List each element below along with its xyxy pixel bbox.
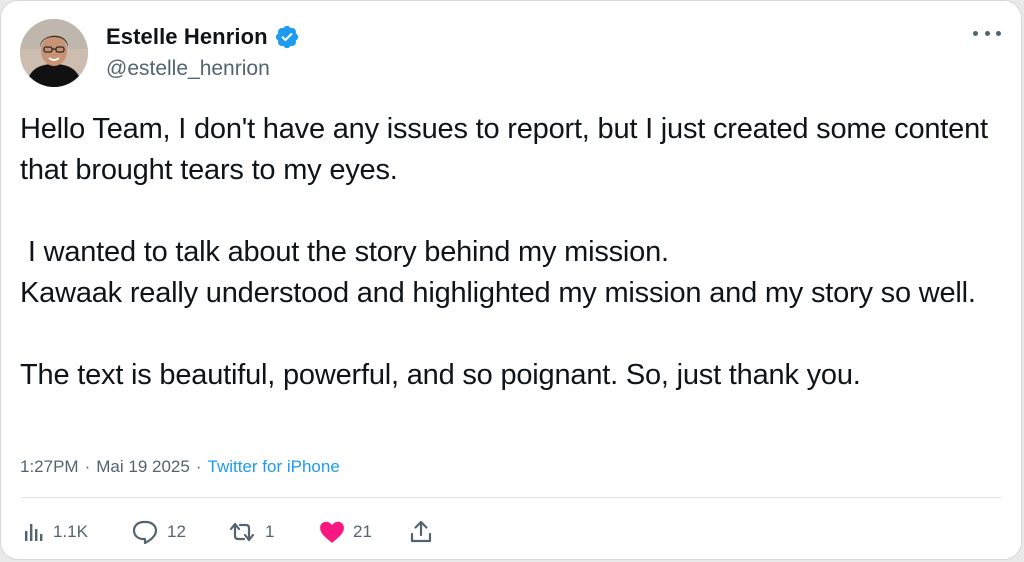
verified-badge-icon bbox=[274, 24, 300, 50]
divider bbox=[20, 497, 1002, 498]
meta-separator: · bbox=[195, 457, 202, 476]
like-count: 21 bbox=[353, 522, 372, 541]
author-handle[interactable]: @estelle_henrion bbox=[106, 57, 270, 81]
avatar-photo bbox=[20, 19, 88, 87]
views-count: 1.1K bbox=[53, 522, 88, 541]
tweet-date[interactable]: Mai 19 2025 bbox=[96, 457, 190, 477]
reply-button[interactable]: 12 bbox=[131, 519, 227, 545]
bar-chart-icon bbox=[23, 521, 45, 543]
heart-icon bbox=[319, 520, 345, 544]
tweet-source-link[interactable]: Twitter for iPhone bbox=[208, 457, 340, 477]
share-button[interactable] bbox=[409, 519, 433, 545]
speech-bubble-icon bbox=[131, 519, 159, 545]
author-display-name[interactable]: Estelle Henrion bbox=[106, 24, 268, 50]
tweet-meta: 1:27PM · Mai 19 2025 · Twitter for iPhon… bbox=[20, 457, 340, 477]
action-bar: 1.1K 12 1 21 bbox=[23, 516, 433, 548]
tweet-time[interactable]: 1:27PM bbox=[20, 457, 79, 477]
retweet-button[interactable]: 1 bbox=[227, 520, 319, 544]
tweet-text: Hello Team, I don't have any issues to r… bbox=[20, 113, 988, 391]
retweet-count: 1 bbox=[265, 522, 275, 541]
avatar[interactable] bbox=[20, 19, 88, 87]
retweet-icon bbox=[227, 520, 257, 544]
more-icon[interactable] bbox=[973, 21, 1001, 45]
like-button[interactable]: 21 bbox=[319, 520, 409, 544]
meta-separator: · bbox=[84, 457, 91, 476]
views-button[interactable]: 1.1K bbox=[23, 521, 131, 543]
tweet-card: Estelle Henrion @estelle_henrion Hello T… bbox=[0, 0, 1022, 560]
share-icon bbox=[409, 519, 433, 545]
author-name-row: Estelle Henrion bbox=[106, 23, 300, 51]
reply-count: 12 bbox=[167, 522, 186, 541]
